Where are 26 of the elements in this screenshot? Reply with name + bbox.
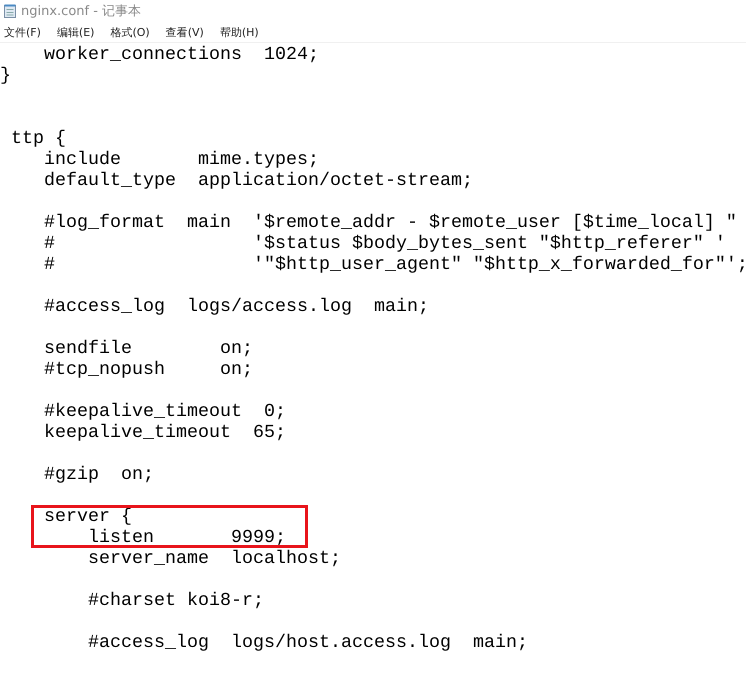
menu-item[interactable]: 帮助(H) [216, 24, 266, 40]
code-line: listen 9999; [86, 527, 286, 548]
code-line: keepalive_timeout 65; [42, 422, 286, 443]
menu-item[interactable]: 文件(F) [0, 24, 48, 40]
code-line: worker_connections 1024; [42, 44, 319, 65]
code-line: #tcp_nopush on; [42, 359, 253, 380]
code-line: #gzip on; [42, 464, 154, 485]
notepad-icon [4, 4, 16, 18]
code-line: } [0, 65, 11, 86]
code-line: #access_log logs/host.access.log main; [86, 632, 528, 653]
code-line: #keepalive_timeout 0; [42, 401, 286, 422]
code-line: #access_log logs/access.log main; [42, 296, 429, 317]
code-line: server { [42, 506, 132, 527]
code-line: include mime.types; [42, 149, 319, 170]
code-line: ttp { [10, 128, 66, 149]
code-line: #charset koi8-r; [86, 590, 264, 611]
code-line: sendfile on; [42, 338, 253, 359]
code-line: #log_format main '$remote_addr - $remote_user [$time_local] " [42, 212, 737, 233]
menu-item[interactable]: 查看(V) [162, 24, 211, 40]
menu-item[interactable]: 格式(O) [106, 24, 157, 40]
window-title: nginx.conf - 记事本 [21, 3, 142, 20]
code-line: # '$status $body_bytes_sent "$http_referer" ' [42, 233, 726, 254]
code-line: # '"$http_user_agent" "$http_x_forwarded_for"'; [42, 254, 746, 275]
code-line: default_type application/octet-stream; [42, 170, 473, 191]
code-line: server_name localhost; [86, 548, 341, 569]
menu-item[interactable]: 编辑(E) [52, 24, 102, 40]
